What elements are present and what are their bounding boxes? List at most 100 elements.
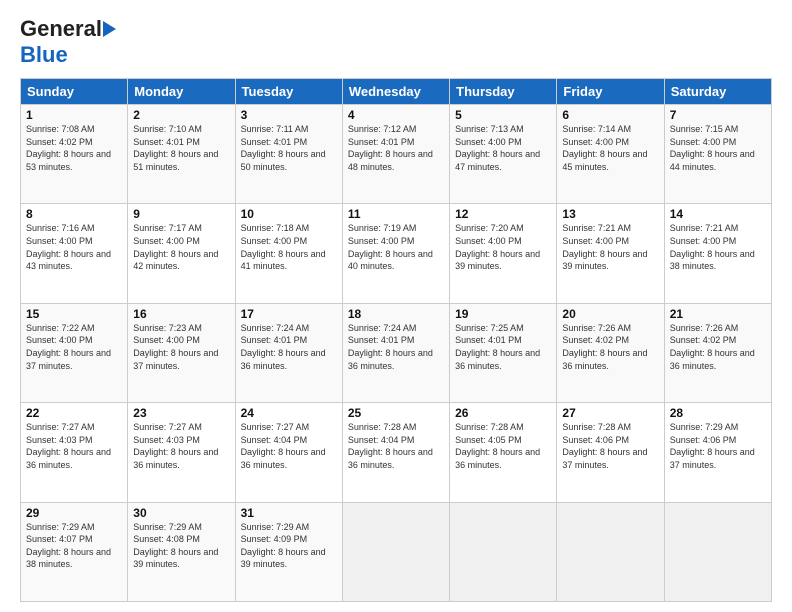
day-info: Sunrise: 7:17 AMSunset: 4:00 PMDaylight:… [133,223,218,271]
day-cell: 8 Sunrise: 7:16 AMSunset: 4:00 PMDayligh… [21,204,128,303]
day-info: Sunrise: 7:11 AMSunset: 4:01 PMDaylight:… [241,124,326,172]
col-header-friday: Friday [557,79,664,105]
day-number: 22 [26,406,122,420]
day-number: 29 [26,506,122,520]
day-info: Sunrise: 7:29 AMSunset: 4:09 PMDaylight:… [241,522,326,570]
day-number: 8 [26,207,122,221]
day-info: Sunrise: 7:24 AMSunset: 4:01 PMDaylight:… [241,323,326,371]
day-number: 3 [241,108,337,122]
day-number: 24 [241,406,337,420]
col-header-monday: Monday [128,79,235,105]
day-number: 7 [670,108,766,122]
day-cell: 14 Sunrise: 7:21 AMSunset: 4:00 PMDaylig… [664,204,771,303]
day-number: 18 [348,307,444,321]
day-cell: 24 Sunrise: 7:27 AMSunset: 4:04 PMDaylig… [235,403,342,502]
day-cell: 28 Sunrise: 7:29 AMSunset: 4:06 PMDaylig… [664,403,771,502]
day-info: Sunrise: 7:21 AMSunset: 4:00 PMDaylight:… [670,223,755,271]
day-cell: 4 Sunrise: 7:12 AMSunset: 4:01 PMDayligh… [342,105,449,204]
day-cell: 19 Sunrise: 7:25 AMSunset: 4:01 PMDaylig… [450,303,557,402]
day-number: 9 [133,207,229,221]
day-cell: 20 Sunrise: 7:26 AMSunset: 4:02 PMDaylig… [557,303,664,402]
day-number: 13 [562,207,658,221]
day-info: Sunrise: 7:29 AMSunset: 4:07 PMDaylight:… [26,522,111,570]
day-cell: 5 Sunrise: 7:13 AMSunset: 4:00 PMDayligh… [450,105,557,204]
day-number: 26 [455,406,551,420]
day-info: Sunrise: 7:27 AMSunset: 4:04 PMDaylight:… [241,422,326,470]
day-info: Sunrise: 7:16 AMSunset: 4:00 PMDaylight:… [26,223,111,271]
day-cell: 22 Sunrise: 7:27 AMSunset: 4:03 PMDaylig… [21,403,128,502]
day-cell: 31 Sunrise: 7:29 AMSunset: 4:09 PMDaylig… [235,502,342,601]
day-cell: 25 Sunrise: 7:28 AMSunset: 4:04 PMDaylig… [342,403,449,502]
day-info: Sunrise: 7:27 AMSunset: 4:03 PMDaylight:… [26,422,111,470]
day-cell: 7 Sunrise: 7:15 AMSunset: 4:00 PMDayligh… [664,105,771,204]
day-number: 16 [133,307,229,321]
day-number: 25 [348,406,444,420]
day-info: Sunrise: 7:20 AMSunset: 4:00 PMDaylight:… [455,223,540,271]
day-number: 15 [26,307,122,321]
day-number: 21 [670,307,766,321]
day-number: 30 [133,506,229,520]
day-info: Sunrise: 7:15 AMSunset: 4:00 PMDaylight:… [670,124,755,172]
day-number: 4 [348,108,444,122]
day-cell: 15 Sunrise: 7:22 AMSunset: 4:00 PMDaylig… [21,303,128,402]
day-info: Sunrise: 7:28 AMSunset: 4:06 PMDaylight:… [562,422,647,470]
day-info: Sunrise: 7:08 AMSunset: 4:02 PMDaylight:… [26,124,111,172]
day-cell: 16 Sunrise: 7:23 AMSunset: 4:00 PMDaylig… [128,303,235,402]
day-cell: 1 Sunrise: 7:08 AMSunset: 4:02 PMDayligh… [21,105,128,204]
day-cell [664,502,771,601]
logo-text: General [20,16,102,42]
day-info: Sunrise: 7:24 AMSunset: 4:01 PMDaylight:… [348,323,433,371]
day-info: Sunrise: 7:25 AMSunset: 4:01 PMDaylight:… [455,323,540,371]
day-number: 11 [348,207,444,221]
day-number: 17 [241,307,337,321]
week-row-2: 8 Sunrise: 7:16 AMSunset: 4:00 PMDayligh… [21,204,772,303]
day-number: 19 [455,307,551,321]
day-cell: 6 Sunrise: 7:14 AMSunset: 4:00 PMDayligh… [557,105,664,204]
header: General Blue [20,16,772,68]
day-info: Sunrise: 7:23 AMSunset: 4:00 PMDaylight:… [133,323,218,371]
day-info: Sunrise: 7:29 AMSunset: 4:08 PMDaylight:… [133,522,218,570]
week-row-4: 22 Sunrise: 7:27 AMSunset: 4:03 PMDaylig… [21,403,772,502]
day-number: 23 [133,406,229,420]
day-number: 28 [670,406,766,420]
day-number: 20 [562,307,658,321]
day-cell: 18 Sunrise: 7:24 AMSunset: 4:01 PMDaylig… [342,303,449,402]
col-header-thursday: Thursday [450,79,557,105]
day-cell: 12 Sunrise: 7:20 AMSunset: 4:00 PMDaylig… [450,204,557,303]
day-cell [450,502,557,601]
day-info: Sunrise: 7:26 AMSunset: 4:02 PMDaylight:… [562,323,647,371]
day-cell: 11 Sunrise: 7:19 AMSunset: 4:00 PMDaylig… [342,204,449,303]
logo: General Blue [20,16,116,68]
day-info: Sunrise: 7:18 AMSunset: 4:00 PMDaylight:… [241,223,326,271]
day-info: Sunrise: 7:12 AMSunset: 4:01 PMDaylight:… [348,124,433,172]
day-number: 10 [241,207,337,221]
calendar-header-row: SundayMondayTuesdayWednesdayThursdayFrid… [21,79,772,105]
day-cell: 30 Sunrise: 7:29 AMSunset: 4:08 PMDaylig… [128,502,235,601]
day-info: Sunrise: 7:28 AMSunset: 4:04 PMDaylight:… [348,422,433,470]
week-row-1: 1 Sunrise: 7:08 AMSunset: 4:02 PMDayligh… [21,105,772,204]
day-number: 2 [133,108,229,122]
day-info: Sunrise: 7:27 AMSunset: 4:03 PMDaylight:… [133,422,218,470]
calendar: SundayMondayTuesdayWednesdayThursdayFrid… [20,78,772,602]
day-number: 14 [670,207,766,221]
day-cell [342,502,449,601]
day-info: Sunrise: 7:10 AMSunset: 4:01 PMDaylight:… [133,124,218,172]
day-cell: 9 Sunrise: 7:17 AMSunset: 4:00 PMDayligh… [128,204,235,303]
page: General Blue SundayMondayTuesdayWednesda… [0,0,792,612]
day-cell: 2 Sunrise: 7:10 AMSunset: 4:01 PMDayligh… [128,105,235,204]
week-row-3: 15 Sunrise: 7:22 AMSunset: 4:00 PMDaylig… [21,303,772,402]
day-cell: 3 Sunrise: 7:11 AMSunset: 4:01 PMDayligh… [235,105,342,204]
day-info: Sunrise: 7:14 AMSunset: 4:00 PMDaylight:… [562,124,647,172]
logo-blue-text: Blue [20,42,68,67]
day-cell: 26 Sunrise: 7:28 AMSunset: 4:05 PMDaylig… [450,403,557,502]
day-info: Sunrise: 7:13 AMSunset: 4:00 PMDaylight:… [455,124,540,172]
day-info: Sunrise: 7:22 AMSunset: 4:00 PMDaylight:… [26,323,111,371]
day-number: 12 [455,207,551,221]
day-number: 6 [562,108,658,122]
week-row-5: 29 Sunrise: 7:29 AMSunset: 4:07 PMDaylig… [21,502,772,601]
day-number: 27 [562,406,658,420]
day-number: 5 [455,108,551,122]
day-cell: 27 Sunrise: 7:28 AMSunset: 4:06 PMDaylig… [557,403,664,502]
day-cell: 13 Sunrise: 7:21 AMSunset: 4:00 PMDaylig… [557,204,664,303]
day-cell [557,502,664,601]
